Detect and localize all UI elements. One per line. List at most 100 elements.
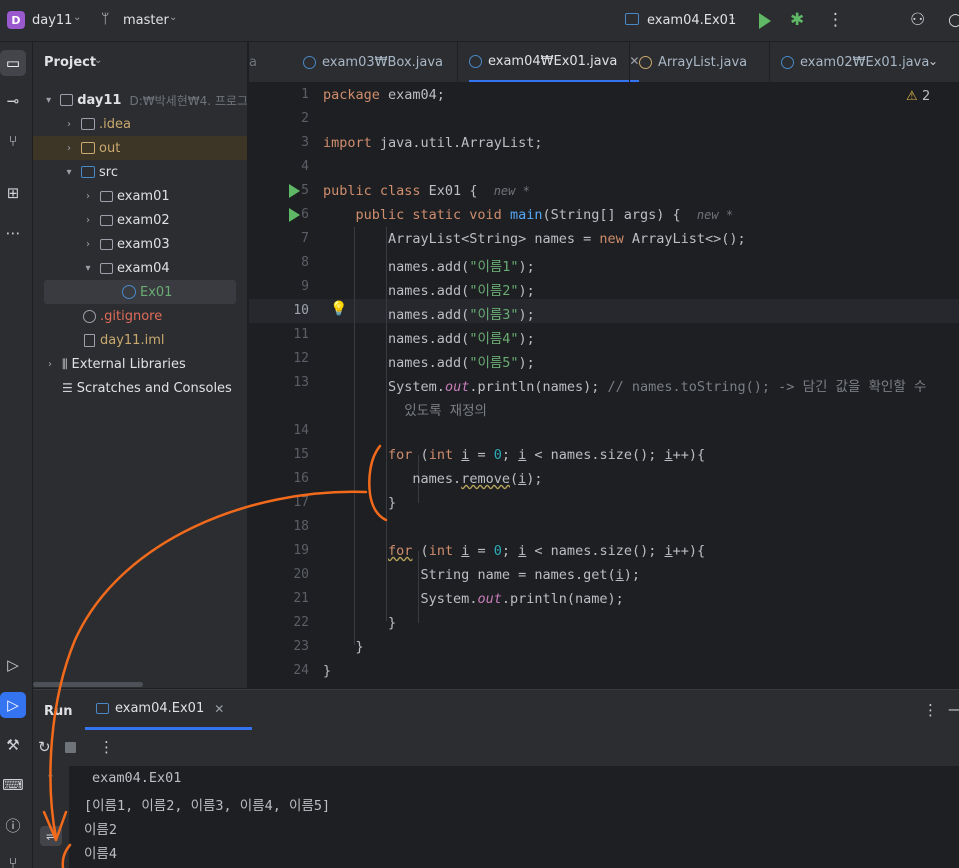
warning-icon[interactable]: ⚠ [906, 89, 918, 104]
add-user-icon[interactable]: ⚇ [910, 10, 925, 30]
horizontal-scrollbar[interactable] [33, 682, 143, 687]
run-gutter-icon[interactable] [289, 184, 300, 198]
tree-item-exam03[interactable]: › exam03 [33, 232, 247, 256]
tree-item-day11[interactable]: ▾ day11 D:₩박세현₩4. 프로그 [33, 88, 247, 112]
line-number: 9 [301, 279, 309, 294]
code-line-13: System.out.println(names); // names.toSt… [388, 379, 927, 395]
project-name[interactable]: day11 [32, 13, 72, 28]
tab-exam03-box[interactable]: exam03₩Box.java [303, 42, 443, 82]
code-line-11: names.add("이름4"); [388, 331, 535, 347]
chevron-right-icon[interactable]: › [63, 143, 75, 154]
chevron-down-icon[interactable]: ⌄ [94, 55, 102, 66]
build-icon[interactable]: ⚒ [0, 732, 26, 758]
chevron-right-icon[interactable]: › [82, 215, 94, 226]
pull-requests-icon[interactable]: ⑂ [0, 128, 26, 154]
debug-icon[interactable]: ✱ [790, 10, 804, 30]
branch-name[interactable]: master [123, 13, 169, 28]
terminal-icon[interactable]: ⌨ [0, 772, 26, 798]
package-icon [100, 262, 113, 274]
tree-item-exam02[interactable]: › exam02 [33, 208, 247, 232]
chevron-down-icon[interactable]: ▾ [63, 167, 75, 178]
tree-item-exam01[interactable]: › exam01 [33, 184, 247, 208]
code-line-10: names.add("이름3"); [388, 307, 535, 323]
line-number: 12 [293, 351, 309, 366]
tree-item-label: Scratches and Consoles [76, 380, 232, 396]
project-badge[interactable]: D [7, 11, 25, 29]
services-icon[interactable]: ▷ [0, 652, 26, 678]
tree-item-label: day11 [77, 92, 122, 108]
tree-item-label: exam02 [117, 212, 170, 228]
line-number: 20 [293, 567, 309, 582]
minimize-icon[interactable]: — [948, 700, 959, 718]
tab-exam02-ex01[interactable]: exam02₩Ex01.java [781, 42, 929, 82]
line-number: 4 [301, 159, 309, 174]
line-number: 10 [293, 303, 309, 318]
tree-item-scratches[interactable]: ☰ Scratches and Consoles [33, 376, 247, 400]
tree-item-label: External Libraries [71, 356, 186, 372]
tree-item-label: exam01 [117, 188, 170, 204]
run-gutter-icon[interactable] [289, 208, 300, 222]
chevron-down-icon[interactable]: ▾ [82, 263, 94, 274]
chevron-down-icon[interactable]: ⌄ [728, 12, 736, 23]
rerun-icon[interactable]: ↻ [38, 738, 51, 756]
warnings-count[interactable]: 2 [922, 89, 930, 104]
run-tab[interactable]: exam04.Ex01 ✕ [85, 690, 252, 730]
run-icon[interactable] [759, 13, 771, 29]
close-icon[interactable]: ✕ [629, 54, 639, 68]
tree-item-gitignore[interactable]: .gitignore [33, 304, 247, 328]
more-icon[interactable]: ⋮ [923, 701, 938, 719]
project-panel-title[interactable]: Project [44, 55, 96, 70]
search-icon[interactable]: ○ [948, 10, 959, 30]
run-tool-icon[interactable]: ▷ [0, 692, 26, 718]
tab-arraylist[interactable]: ArrayList.java [639, 42, 747, 82]
tree-item-ex01[interactable]: Ex01 [44, 280, 236, 304]
run-config-name[interactable]: exam04.Ex01 [647, 13, 736, 28]
chevron-down-icon[interactable]: ⌄ [928, 54, 938, 68]
tree-item-external-libraries[interactable]: › ⫼ External Libraries [33, 352, 247, 376]
line-number: 16 [293, 471, 309, 486]
tab-exam04-ex01[interactable]: exam04₩Ex01.java ✕ [469, 42, 640, 82]
more-icon[interactable]: ⋮ [99, 738, 114, 756]
chevron-right-icon[interactable]: › [44, 359, 56, 370]
chevron-right-icon[interactable]: › [82, 191, 94, 202]
code-editor[interactable]: ⚠ 2 1 2 3 4 5 6 7 8 9 10 11 12 13 14 15 16 17 18 19 20 21 22 2… [249, 83, 959, 688]
tree-item-idea[interactable]: › .idea [33, 112, 247, 136]
tree-item-exam04[interactable]: ▾ exam04 [33, 256, 247, 280]
project-panel: Project ⌄ ▾ day11 D:₩박세현₩4. 프로그 › .idea … [33, 42, 248, 688]
run-panel-title[interactable]: Run [44, 704, 73, 719]
more-tools-icon[interactable]: ⋯ [0, 220, 26, 246]
commit-icon[interactable]: ⊸ [0, 88, 26, 114]
git-icon[interactable]: ⑂ [0, 850, 26, 868]
problems-icon[interactable]: ⓘ [0, 812, 26, 838]
tree-item-out[interactable]: › out [33, 136, 247, 160]
structure-icon[interactable]: ⊞ [0, 180, 26, 206]
project-tool-icon[interactable]: ▭ [0, 50, 26, 76]
tab-partial[interactable]: a [249, 42, 257, 82]
soft-wrap-icon[interactable]: ⇌ [40, 826, 62, 846]
chevron-right-icon[interactable]: › [63, 119, 75, 130]
run-toolbar: ↻ ⋮ [33, 730, 959, 766]
line-number: 19 [293, 543, 309, 558]
chevron-down-icon[interactable]: ⌄ [169, 12, 177, 23]
console-output[interactable]: ↑ ⇌ exam04.Ex01 [이름1, 이름2, 이름3, 이름4, 이름5… [33, 766, 959, 868]
chevron-right-icon[interactable]: › [82, 239, 94, 250]
folder-icon [81, 142, 95, 154]
stop-icon[interactable] [65, 742, 76, 753]
tree-item-label: .idea [99, 116, 131, 132]
console-line: [이름1, 이름2, 이름3, 이름4, 이름5] [84, 798, 331, 814]
chevron-down-icon[interactable]: ⌄ [73, 12, 81, 23]
tool-strip: ▭ ⊸ ⑂ ⊞ ⋯ ▷ ▷ ⚒ ⌨ ⓘ ⑂ [0, 42, 33, 868]
code-line-13-wrap: 있도록 재정의 [404, 403, 487, 419]
chevron-down-icon[interactable]: ▾ [43, 95, 54, 106]
line-number: 15 [293, 447, 309, 462]
line-number: 6 [301, 207, 309, 222]
scroll-up-icon[interactable]: ↑ [45, 772, 56, 787]
code-line-24: } [323, 663, 332, 679]
tree-item-src[interactable]: ▾ src [33, 160, 247, 184]
code-line-19: for (int i = 0; i < names.size(); i++){ [388, 543, 706, 559]
code-line-8: names.add("이름1"); [388, 259, 535, 275]
close-icon[interactable]: ✕ [214, 702, 224, 716]
tree-item-day11-iml[interactable]: day11.iml [33, 328, 247, 352]
run-config-icon [96, 703, 109, 714]
more-icon[interactable]: ⋮ [827, 10, 844, 30]
